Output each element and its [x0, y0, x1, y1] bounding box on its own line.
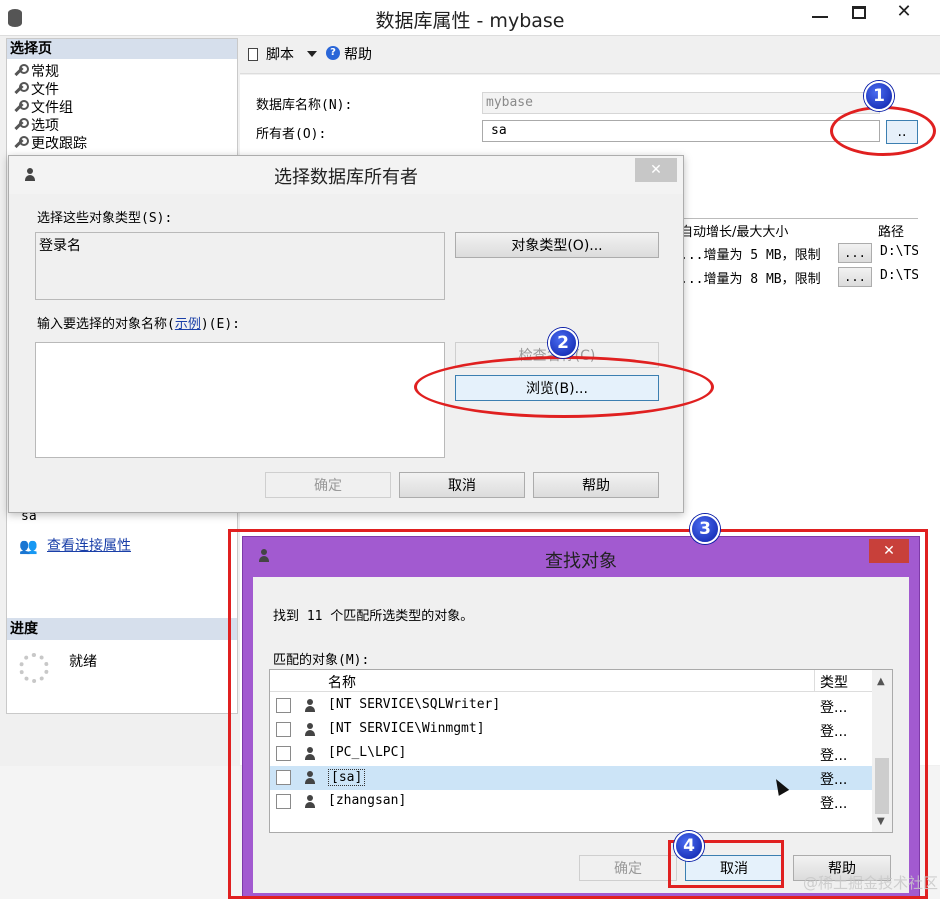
grid-row-button[interactable]: ...	[838, 267, 872, 287]
grid-header-growth: 自动增长/最大大小	[680, 225, 789, 240]
page-item-change-tracking[interactable]: 更改跟踪	[13, 135, 233, 153]
object-types-value: 登录名	[39, 238, 81, 254]
object-types-box: 登录名	[35, 232, 445, 300]
select-page-header: 选择页	[7, 39, 237, 59]
wrench-icon	[13, 64, 29, 76]
page-item-filegroups[interactable]: 文件组	[13, 99, 233, 117]
enter-names-label: 输入要选择的对象名称(示例)(E):	[37, 317, 240, 332]
close-icon[interactable]: ✕	[635, 158, 677, 182]
wrench-icon	[13, 136, 29, 148]
script-button[interactable]: 脚本	[266, 44, 294, 64]
annotation-badge-1: 1	[864, 81, 894, 111]
window-title: 数据库属性 - mybase	[375, 10, 565, 32]
annotation-ring-2	[414, 356, 714, 418]
script-icon	[248, 48, 258, 61]
owner-label: 所有者(O):	[256, 127, 327, 142]
files-grid: 自动增长/最大大小 路径 增量为 5 MB，限制... ... D:\TS 增量…	[680, 218, 918, 290]
select-owner-dialog: 选择数据库所有者 ✕ 选择这些对象类型(S): 登录名 对象类型(O)... 输…	[8, 155, 684, 513]
help-button[interactable]: 帮助	[344, 44, 372, 64]
owner-field[interactable]: sa	[482, 120, 880, 142]
watermark: @稀土掘金技术社区	[802, 874, 938, 892]
minimize-button[interactable]	[812, 16, 828, 18]
ok-button[interactable]: 确定	[265, 472, 391, 498]
cancel-button[interactable]: 取消	[399, 472, 525, 498]
maximize-button[interactable]	[852, 6, 866, 19]
wrench-icon	[13, 100, 29, 112]
title-bar: 数据库属性 - mybase ✕	[0, 0, 940, 36]
dialog-title: 选择数据库所有者	[274, 167, 418, 188]
page-item-files[interactable]: 文件	[13, 81, 233, 99]
toolbar: 脚本 ? 帮助	[240, 38, 940, 74]
annotation-rect-3	[228, 529, 928, 899]
grid-row-growth: 增量为 8 MB，限制...	[680, 272, 821, 287]
page-item-general[interactable]: 常规	[13, 63, 233, 81]
close-button[interactable]: ✕	[880, 0, 928, 24]
view-connection-properties-link[interactable]: 查看连接属性	[47, 535, 131, 555]
grid-row-path: D:\TS	[880, 268, 918, 283]
progress-status: 就绪	[69, 654, 97, 670]
grid-row-button[interactable]: ...	[838, 243, 872, 263]
grid-row-path: D:\TS	[880, 244, 918, 259]
grid-row-growth: 增量为 5 MB，限制...	[680, 248, 821, 263]
dialog-titlebar: 选择数据库所有者 ✕	[9, 156, 683, 194]
chevron-down-icon[interactable]	[307, 51, 317, 57]
example-link[interactable]: 示例	[175, 317, 201, 332]
annotation-ring-1	[830, 106, 936, 156]
annotation-badge-4: 4	[674, 831, 704, 861]
help-icon: ?	[326, 46, 340, 60]
connection-icon: 👥	[19, 537, 38, 555]
help-button[interactable]: 帮助	[533, 472, 659, 498]
page-item-options[interactable]: 选项	[13, 117, 233, 135]
progress-header: 进度	[7, 618, 237, 640]
db-name-label: 数据库名称(N):	[256, 98, 353, 113]
grid-header-path: 路径	[878, 225, 905, 240]
page-list: 常规 文件 文件组 选项 更改跟踪	[13, 63, 233, 153]
object-types-label: 选择这些对象类型(S):	[37, 211, 173, 226]
wrench-icon	[13, 118, 29, 130]
db-name-field: mybase	[482, 92, 880, 114]
object-types-button[interactable]: 对象类型(O)...	[455, 232, 659, 258]
object-names-input[interactable]	[35, 342, 445, 458]
progress-spinner-icon	[19, 653, 49, 683]
annotation-badge-3: 3	[690, 514, 720, 544]
annotation-badge-2: 2	[548, 328, 578, 358]
wrench-icon	[13, 82, 29, 94]
